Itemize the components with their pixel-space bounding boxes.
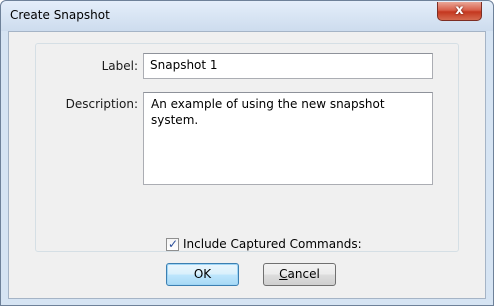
label-input[interactable]: Snapshot 1 [143, 53, 433, 79]
description-textarea[interactable]: An example of using the new snapshot sys… [143, 92, 433, 185]
include-captured-commands-label: Include Captured Commands: [183, 237, 362, 251]
close-button[interactable]: x [437, 2, 482, 21]
checkmark-icon: ✓ [167, 237, 179, 251]
close-icon: x [455, 3, 464, 18]
snapshot-group: Label: Snapshot 1 Description: An exampl… [35, 43, 459, 252]
ok-button-label: OK [193, 267, 212, 281]
create-snapshot-dialog: Create Snapshot x Label: Snapshot 1 Desc… [0, 0, 494, 306]
window-title: Create Snapshot [10, 8, 110, 22]
cancel-button[interactable]: Cancel [263, 263, 336, 286]
cancel-button-label: Cancel [279, 267, 320, 281]
ok-button[interactable]: OK [166, 263, 239, 286]
dialog-body: Label: Snapshot 1 Description: An exampl… [8, 31, 486, 299]
include-captured-commands-checkbox[interactable]: ✓ [166, 237, 179, 251]
description-caption: Description: [65, 97, 138, 111]
label-caption: Label: [101, 59, 138, 73]
label-input-value: Snapshot 1 [150, 58, 218, 72]
description-textarea-value: An example of using the new snapshot sys… [151, 97, 385, 127]
title-bar[interactable]: Create Snapshot x [1, 1, 493, 31]
